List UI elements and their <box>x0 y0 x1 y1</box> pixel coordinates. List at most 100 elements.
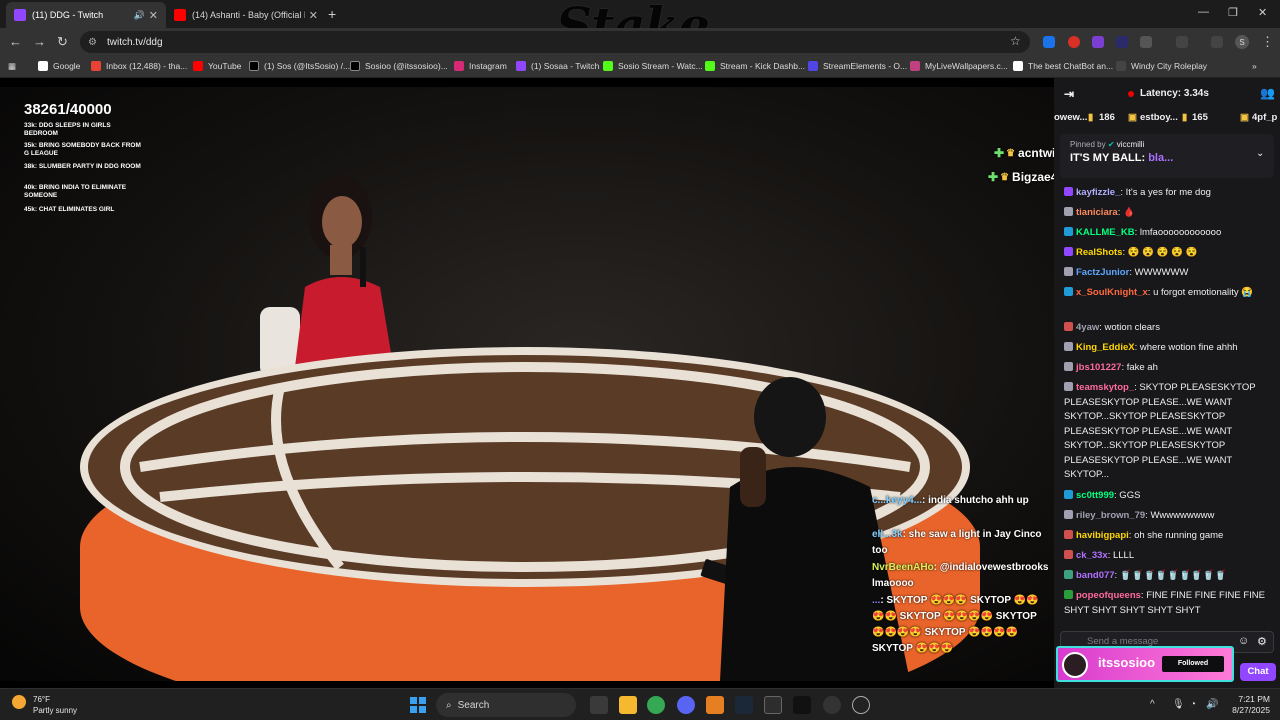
pinned-message[interactable]: Pinned by ✔ viccmilli IT'S MY BALL: bla.… <box>1060 134 1274 178</box>
bookmark-windy-city[interactable]: Windy City Roleplay <box>1116 61 1207 71</box>
wifi-icon[interactable]: ◔ <box>1190 699 1196 710</box>
emote-icon[interactable]: ☺ <box>1238 635 1249 647</box>
chat-send-button[interactable]: Chat <box>1240 663 1276 681</box>
more-bookmarks-icon[interactable]: » <box>1252 61 1257 71</box>
menu-icon[interactable]: ⋮ <box>1261 34 1274 50</box>
app-icon[interactable] <box>823 696 841 714</box>
tab-youtube[interactable]: (14) Ashanti - Baby (Official Mu ✕ <box>166 2 326 28</box>
chrome-icon[interactable] <box>647 696 665 714</box>
bookmark-instagram[interactable]: Instagram <box>454 61 507 71</box>
close-tab-icon[interactable]: ✕ <box>149 9 158 22</box>
badge-icon[interactable] <box>1064 510 1073 519</box>
app-icon[interactable] <box>706 696 724 714</box>
media-control-icon[interactable] <box>1211 36 1223 48</box>
chat-username[interactable]: sc0tt999 <box>1076 490 1114 501</box>
sidebar-icon[interactable] <box>1176 36 1188 48</box>
bookmark-chatbot[interactable]: The best ChatBot an... <box>1013 61 1113 71</box>
media-player-icon[interactable] <box>852 696 870 714</box>
close-window-icon[interactable]: ✕ <box>1258 6 1267 19</box>
badge-icon[interactable] <box>1064 227 1073 236</box>
chat-settings-icon[interactable]: ⚙ <box>1257 635 1267 648</box>
badge-icon[interactable] <box>1064 530 1073 539</box>
chat-username[interactable]: RealShots <box>1076 247 1122 258</box>
site-info-icon[interactable]: ⚙ <box>88 37 97 48</box>
task-view-icon[interactable] <box>590 696 608 714</box>
stream-video[interactable]: 38261/40000 33k: DDG SLEEPS IN GIRLS BED… <box>0 87 1054 681</box>
badge-icon[interactable] <box>1064 342 1073 351</box>
chat-username[interactable]: FactzJunior <box>1076 267 1129 278</box>
new-tab-icon[interactable]: + <box>328 6 336 22</box>
minimize-icon[interactable]: — <box>1198 6 1209 18</box>
chat-username[interactable]: tianiciara <box>1076 207 1118 218</box>
extension-icon[interactable] <box>1043 36 1055 48</box>
bookmark-google[interactable]: Google <box>38 61 80 71</box>
extension-icon[interactable] <box>1068 36 1080 48</box>
extension-icon[interactable] <box>1116 36 1128 48</box>
bookmark-mylivewallpapers[interactable]: MyLiveWallpapers.c... <box>910 61 1008 71</box>
apps-icon[interactable]: ▦ <box>8 61 16 72</box>
badge-icon[interactable] <box>1064 490 1073 499</box>
gifter-leaderboard[interactable]: owew... ▮ 186 ▣ estboy... ▮ 165 ▣ 4pf_p <box>1054 108 1280 128</box>
bookmark-x[interactable]: (1) Sos (@ItsSosio) /... <box>249 61 350 71</box>
volume-icon[interactable]: 🔊 <box>1206 699 1218 710</box>
bookmark-kick-dashboard[interactable]: Stream - Kick Dashb... <box>705 61 805 71</box>
bookmark-kick[interactable]: Sosio Stream - Watc... <box>603 61 703 71</box>
badge-icon[interactable] <box>1064 322 1073 331</box>
chat-username[interactable]: kayfizzle_ <box>1076 187 1120 198</box>
badge-icon[interactable] <box>1064 187 1073 196</box>
badge-icon[interactable] <box>1064 382 1073 391</box>
bookmark-twitch[interactable]: (1) Sosaa - Twitch <box>516 61 599 71</box>
back-icon[interactable]: ← <box>9 34 22 49</box>
chat-username[interactable]: 4yaw <box>1076 322 1099 333</box>
badge-icon[interactable] <box>1064 570 1073 579</box>
chat-username[interactable]: riley_brown_79 <box>1076 510 1145 521</box>
bookmark-gmail[interactable]: Inbox (12,488) - tha... <box>91 61 187 71</box>
chat-username[interactable]: x_SoulKnight_x <box>1076 287 1148 298</box>
taskbar-search[interactable]: ⌕ Search <box>436 693 576 717</box>
bookmark-youtube[interactable]: YouTube <box>193 61 241 71</box>
badge-icon[interactable] <box>1064 207 1073 216</box>
forward-icon[interactable]: → <box>33 34 46 49</box>
badge-icon[interactable] <box>1064 590 1073 599</box>
bookmark-star-icon[interactable]: ☆ <box>1010 34 1021 48</box>
microphone-icon[interactable]: 🎙 <box>1172 699 1185 710</box>
community-icon[interactable]: 👥 <box>1260 86 1275 100</box>
clock[interactable]: 7:21 PM 8/27/2025 <box>1222 694 1270 716</box>
bookmark-streamelements[interactable]: StreamElements - O... <box>808 61 907 71</box>
collapse-chat-icon[interactable]: ⇥ <box>1064 87 1074 101</box>
extensions-puzzle-icon[interactable] <box>1140 36 1152 48</box>
badge-icon[interactable] <box>1064 267 1073 276</box>
show-hidden-icons-icon[interactable]: ^ <box>1150 699 1155 710</box>
badge-icon[interactable] <box>1064 550 1073 559</box>
app-icon[interactable] <box>793 696 811 714</box>
chat-username[interactable]: King_EddieX <box>1076 342 1135 353</box>
xbox-icon[interactable] <box>764 696 782 714</box>
file-explorer-icon[interactable] <box>619 696 637 714</box>
reload-icon[interactable]: ↻ <box>57 34 68 50</box>
discord-icon[interactable] <box>677 696 695 714</box>
chat-username[interactable]: havibigpapi <box>1076 530 1129 541</box>
badge-icon[interactable] <box>1064 247 1073 256</box>
profile-avatar[interactable]: S <box>1235 35 1249 49</box>
chat-username[interactable]: popeofqueens <box>1076 590 1141 601</box>
restore-icon[interactable]: ❐ <box>1228 6 1238 19</box>
chat-username[interactable]: jbs101227 <box>1076 362 1121 373</box>
speaker-icon[interactable]: 🔊 <box>134 10 145 21</box>
followed-button[interactable]: Followed <box>1162 656 1224 672</box>
steam-icon[interactable] <box>735 696 753 714</box>
chat-username[interactable]: teamskytop_ <box>1076 382 1134 393</box>
badge-icon[interactable] <box>1064 287 1073 296</box>
address-bar[interactable]: ⚙ twitch.tv/ddg <box>80 31 1030 53</box>
start-icon[interactable] <box>410 697 426 713</box>
extension-icon[interactable] <box>1092 36 1104 48</box>
chat-username[interactable]: ck_33x <box>1076 550 1108 561</box>
chat-username[interactable]: band077 <box>1076 570 1115 581</box>
bookmark-tiktok[interactable]: Sosioo (@itssosioo)... <box>350 61 448 71</box>
tab-twitch[interactable]: (11) DDG - Twitch 🔊 ✕ <box>6 2 166 28</box>
close-tab-icon[interactable]: ✕ <box>309 9 318 22</box>
chevron-down-icon[interactable]: ⌄ <box>1256 148 1264 159</box>
chat-text: : where wotion fine ahhh <box>1134 342 1238 353</box>
chat-username[interactable]: KALLME_KB <box>1076 227 1135 238</box>
badge-icon[interactable] <box>1064 362 1073 371</box>
live-dot <box>1128 91 1134 97</box>
